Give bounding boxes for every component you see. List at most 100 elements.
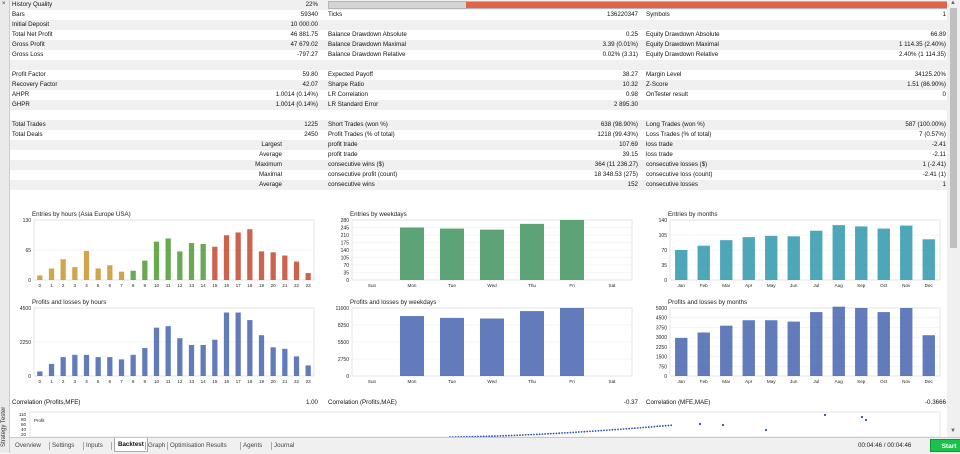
metric-label-empty (328, 60, 528, 70)
scatter-point (519, 434, 521, 437)
scatter-point (622, 428, 625, 430)
metric-label-balance-drawdown-relative: Balance Drawdown Relative (328, 51, 406, 58)
metric-value-balance-drawdown-maximal: 3.39 (0.01%) (602, 41, 638, 48)
scatter-point (614, 428, 617, 431)
entries-hours-chart: Entries by hours (Asia Europe USA)130650… (23, 211, 315, 288)
x-tick-label: 12 (177, 283, 183, 288)
corr-value-1: 1.00 (305, 399, 318, 406)
y-tick-label: 5000 (656, 306, 667, 312)
metric-value-ontester-result: 0 (942, 91, 946, 98)
metric-value-symbols: 1 (942, 11, 946, 18)
tab-journal[interactable]: Journal (274, 441, 294, 451)
metric-label-consecutive-wins: consecutive wins (328, 181, 375, 188)
scatter-point (605, 429, 608, 432)
x-tick-label: Oct (880, 379, 888, 384)
bar (200, 345, 206, 376)
progress-fill (466, 1, 947, 8)
metric-value-long-trades-won: 587 (100.00%) (905, 121, 946, 128)
bar (83, 354, 90, 376)
scatter-point (664, 424, 667, 427)
summary-row: Initial Deposit 10 000.00 (10, 20, 947, 30)
metric-label-loss-trade: loss trade (646, 151, 673, 158)
tab-graph[interactable]: Graph (148, 441, 165, 451)
bar (900, 308, 913, 376)
metric-label-loss-trades-of-total: Loss Trades (% of total) (646, 131, 712, 138)
scatter-point (580, 430, 583, 433)
y-tick-label: 140 (341, 248, 350, 254)
scatter-point (670, 424, 673, 427)
bar (675, 337, 688, 376)
metric-qualifier: Maximum (255, 161, 282, 168)
close-icon[interactable]: × (2, 1, 7, 7)
bar (282, 255, 288, 280)
x-tick-label: Oct (880, 283, 888, 288)
bar (440, 317, 464, 376)
scatter-point (617, 428, 619, 431)
tab-inputs[interactable]: Inputs (86, 441, 103, 451)
metric-label-empty (646, 20, 846, 30)
metric-value-consecutive-wins: 364 (11 236.27) (594, 161, 638, 168)
plot-area (669, 307, 941, 377)
scatter-point (555, 432, 558, 435)
metric-label-short-trades-won: Short Trades (won %) (328, 121, 388, 128)
x-tick-label: 19 (259, 379, 265, 384)
scroll-up-icon[interactable]: ▲ (950, 0, 956, 6)
summary-row: GHPR 1.0014 (0.14%) LR Standard Error 2 895… (10, 100, 947, 110)
y-tick-label: 750 (659, 364, 668, 370)
x-tick-label: 6 (109, 379, 112, 384)
bar (270, 252, 276, 280)
metric-value-ghpr: 1.0014 (0.14%) (275, 101, 318, 108)
metric-value-empty (250, 60, 318, 70)
scatter-point (566, 431, 569, 434)
x-tick-label: 1 (50, 379, 53, 384)
y-tick-label: 2250 (656, 345, 667, 351)
x-tick-label: 12 (177, 379, 183, 384)
metric-label-profit-trade: profit trade (328, 141, 358, 148)
metric-label-ontester-result: OnTester result (646, 91, 688, 98)
chart-title: Profits and losses by hours (32, 299, 106, 306)
metric-label-recovery-factor: Recovery Factor (12, 81, 58, 88)
vertical-scrollbar[interactable]: ▲ ▼ (947, 0, 960, 437)
metric-label-symbols: Symbols (646, 11, 670, 18)
metric-label-total-trades: Total Trades (12, 121, 46, 128)
x-tick-label: 17 (236, 283, 242, 288)
tab-settings[interactable]: Settings (52, 441, 74, 451)
x-tick-label: Tue (448, 379, 456, 384)
bar (72, 354, 78, 376)
x-tick-label: 16 (224, 379, 230, 384)
y-tick-label: 105 (659, 233, 668, 239)
start-button[interactable]: Start (930, 439, 960, 452)
x-tick-label: 3 (74, 379, 77, 384)
metric-value-profit-factor: 59.80 (302, 71, 318, 78)
x-tick-label: 3 (74, 283, 77, 288)
bar (720, 325, 733, 376)
tester-tabs: Overview Settings Inputs Backtest Graph Optim… (10, 437, 960, 454)
bar (212, 246, 218, 280)
scatter-point (608, 429, 611, 431)
strategy-tester-sidebar: × Strategy Tester (0, 0, 10, 453)
x-tick-label: 9 (144, 379, 147, 384)
scroll-down-icon[interactable]: ▼ (950, 428, 956, 434)
tab-optimisation-results[interactable]: Optimisation Results (170, 441, 227, 451)
summary-row: Maximum consecutive wins ($) 364 (11 236.2… (10, 160, 947, 170)
y-tick-label: 3000 (656, 335, 667, 341)
metric-label-lr-correlation: LR Correlation (328, 91, 368, 98)
metric-value-consecutive-wins: 152 (627, 181, 638, 188)
bar (188, 243, 195, 280)
tab-backtest[interactable]: Backtest (114, 438, 148, 452)
bar (107, 357, 113, 376)
tab-agents[interactable]: Agents (243, 441, 262, 451)
strategy-tester-label: Strategy Tester (1, 406, 7, 447)
x-tick-label: 1 (50, 283, 53, 288)
y-tick-label: 0 (346, 278, 349, 284)
entries-weekdays-panel: Entries by weekdays 280 245 210 175 140 105 70 3… (328, 208, 638, 292)
scatter-point (611, 428, 614, 431)
metric-label-consecutive-loss-count: consecutive loss (count) (646, 171, 713, 178)
bar (697, 332, 710, 376)
x-tick-label: Dec (925, 283, 934, 288)
scatter-point (639, 426, 642, 429)
scrollbar-thumb[interactable] (950, 8, 957, 248)
tab-separator (167, 442, 168, 450)
tab-overview[interactable]: Overview (15, 441, 41, 451)
x-tick-label: Jan (678, 379, 686, 384)
